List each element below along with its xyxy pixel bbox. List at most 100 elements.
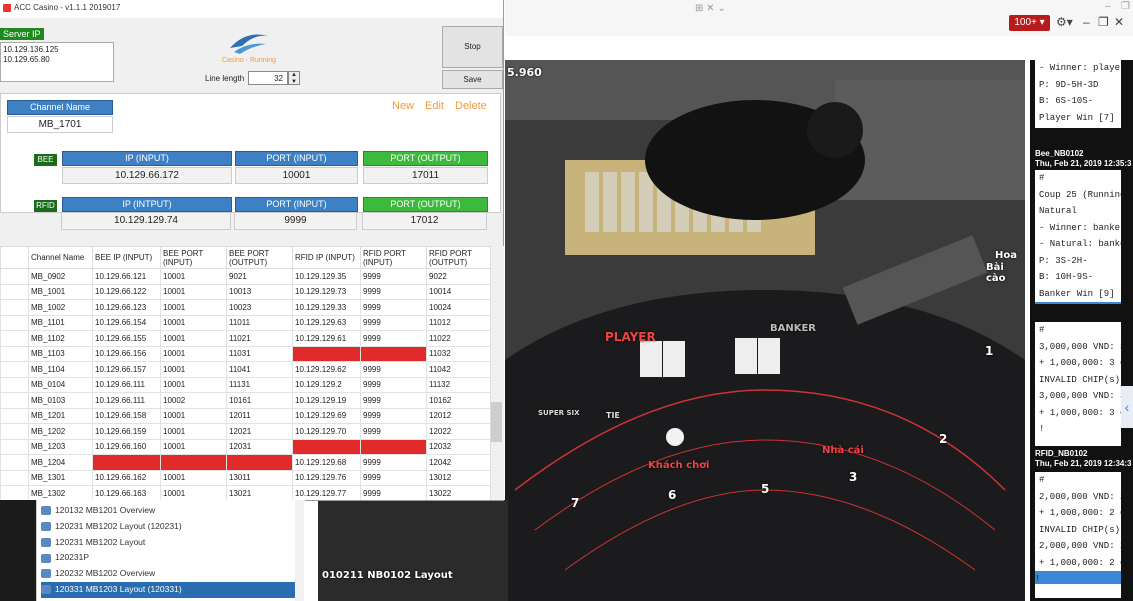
table-cell[interactable]: 9999: [360, 407, 427, 424]
table-cell[interactable]: [292, 345, 361, 362]
table-cell[interactable]: 13012: [426, 469, 490, 486]
table-cell[interactable]: 10023: [226, 299, 293, 316]
table-cell[interactable]: 10001: [160, 283, 227, 300]
table-cell[interactable]: 10001: [160, 299, 227, 316]
table-cell[interactable]: MB_1202: [28, 423, 93, 440]
table-cell[interactable]: 10161: [226, 392, 293, 409]
table-cell[interactable]: [360, 438, 427, 455]
edit-link[interactable]: Edit: [425, 100, 444, 112]
table-cell[interactable]: 9999: [360, 485, 427, 500]
table-cell[interactable]: 9022: [426, 268, 490, 285]
tree-item[interactable]: 120231 MB1202 Layout (120231): [41, 519, 296, 535]
new-link[interactable]: New: [392, 100, 414, 112]
table-cell[interactable]: 9999: [360, 454, 427, 471]
bee-port-output-field[interactable]: 17011: [363, 167, 488, 184]
table-cell[interactable]: 9999: [360, 423, 427, 440]
gear-icon[interactable]: ⚙▾: [1056, 15, 1073, 29]
table-cell[interactable]: 10001: [160, 268, 227, 285]
table-cell[interactable]: 10.129.129.33: [292, 299, 361, 316]
row-selector[interactable]: [0, 454, 29, 471]
table-cell[interactable]: 10001: [160, 376, 227, 393]
rfid-port-input-field[interactable]: 9999: [234, 212, 357, 230]
grid-scrollbar-thumb[interactable]: [491, 402, 502, 442]
table-cell[interactable]: 10.129.66.159: [92, 423, 161, 440]
table-cell[interactable]: 11012: [426, 314, 490, 331]
save-button[interactable]: Save: [442, 70, 503, 89]
table-cell[interactable]: 11042: [426, 361, 490, 378]
table-cell[interactable]: MB_1001: [28, 283, 93, 300]
table-cell[interactable]: MB_1204: [28, 454, 93, 471]
close-icon[interactable]: ✕: [1114, 15, 1124, 29]
table-cell[interactable]: 11132: [426, 376, 490, 393]
table-cell[interactable]: 10.129.66.163: [92, 485, 161, 500]
table-cell[interactable]: 10.129.66.156: [92, 345, 161, 362]
table-cell[interactable]: 10002: [160, 392, 227, 409]
table-cell[interactable]: 10.129.129.68: [292, 454, 361, 471]
table-cell[interactable]: 10.129.129.62: [292, 361, 361, 378]
table-row[interactable]: MB_1202 10.129.66.159 10001 12021 10.129.129…: [0, 423, 490, 440]
restore-icon[interactable]: ❐: [1121, 1, 1130, 12]
table-cell[interactable]: 10001: [160, 314, 227, 331]
table-cell[interactable]: 11031: [226, 345, 293, 362]
rfid-port-output-field[interactable]: 17012: [362, 212, 487, 230]
tree-item[interactable]: 120231 MB1202 Layout: [41, 535, 296, 551]
table-row[interactable]: MB_1002 10.129.66.123 10001 10023 10.129.129…: [0, 299, 490, 316]
bee-port-input-field[interactable]: 10001: [235, 167, 358, 184]
table-cell[interactable]: 9999: [360, 268, 427, 285]
table-cell[interactable]: 12012: [426, 407, 490, 424]
table-cell[interactable]: 10001: [160, 330, 227, 347]
column-header[interactable]: BEE PORT (OUTPUT): [226, 246, 293, 269]
table-cell[interactable]: [292, 438, 361, 455]
grid-scrollbar[interactable]: [490, 246, 504, 500]
minimize-icon[interactable]: –: [1105, 1, 1111, 12]
table-cell[interactable]: MB_1002: [28, 299, 93, 316]
alert-count-badge[interactable]: 100+ ▾: [1009, 15, 1050, 31]
table-cell[interactable]: 10.129.66.122: [92, 283, 161, 300]
table-cell[interactable]: 10.129.66.162: [92, 469, 161, 486]
table-cell[interactable]: 10.129.66.158: [92, 407, 161, 424]
table-cell[interactable]: MB_1103: [28, 345, 93, 362]
column-header[interactable]: Channel Name: [28, 246, 93, 269]
table-cell[interactable]: 10.129.129.69: [292, 407, 361, 424]
table-row[interactable]: MB_1102 10.129.66.155 10001 11021 10.129.129…: [0, 330, 490, 347]
table-cell[interactable]: 9999: [360, 392, 427, 409]
table-cell[interactable]: MB_1203: [28, 438, 93, 455]
table-cell[interactable]: 10.129.129.2: [292, 376, 361, 393]
table-cell[interactable]: 11022: [426, 330, 490, 347]
log-line-selected[interactable]: !: [1035, 302, 1121, 304]
row-selector[interactable]: [0, 376, 29, 393]
table-row[interactable]: MB_0902 10.129.66.121 10001 9021 10.129.129.…: [0, 268, 490, 285]
restore-icon[interactable]: ❐: [1098, 15, 1109, 29]
table-row[interactable]: MB_1103 10.129.66.156 10001 11031 11032: [0, 345, 490, 362]
line-length-stepper[interactable]: ▲ ▼: [288, 71, 300, 85]
table-cell[interactable]: 12042: [426, 454, 490, 471]
table-row[interactable]: MB_1201 10.129.66.158 10001 12011 10.129.129…: [0, 407, 490, 424]
table-cell[interactable]: 9999: [360, 314, 427, 331]
table-cell[interactable]: 10.129.66.111: [92, 392, 161, 409]
row-selector[interactable]: [0, 407, 29, 424]
table-cell[interactable]: MB_1101: [28, 314, 93, 331]
tree-item[interactable]: 120331 MB1203 Layout (120331): [41, 582, 296, 598]
column-header[interactable]: BEE PORT (INPUT): [160, 246, 227, 269]
table-cell[interactable]: 9021: [226, 268, 293, 285]
table-cell[interactable]: 11041: [226, 361, 293, 378]
table-cell[interactable]: 10014: [426, 283, 490, 300]
server-ip-list[interactable]: 10.129.136.125 10.129.65.80: [0, 42, 114, 82]
table-cell[interactable]: MB_1201: [28, 407, 93, 424]
table-cell[interactable]: 10001: [160, 469, 227, 486]
rfid-ip-field[interactable]: 10.129.129.74: [61, 212, 231, 230]
table-cell[interactable]: MB_1302: [28, 485, 93, 500]
column-header[interactable]: RFID PORT (OUTPUT): [426, 246, 490, 269]
table-cell[interactable]: 10001: [160, 345, 227, 362]
channel-name-field[interactable]: MB_1701: [7, 116, 113, 133]
table-cell[interactable]: 12032: [426, 438, 490, 455]
table-cell[interactable]: 10001: [160, 361, 227, 378]
table-row[interactable]: MB_0104 10.129.66.111 10001 11131 10.129.129…: [0, 376, 490, 393]
table-cell[interactable]: 10.129.66.111: [92, 376, 161, 393]
table-cell[interactable]: 9999: [360, 283, 427, 300]
row-selector[interactable]: [0, 485, 29, 500]
table-cell[interactable]: 10.129.129.70: [292, 423, 361, 440]
table-cell[interactable]: MB_1301: [28, 469, 93, 486]
row-selector[interactable]: [0, 438, 29, 455]
table-cell[interactable]: 10.129.129.19: [292, 392, 361, 409]
